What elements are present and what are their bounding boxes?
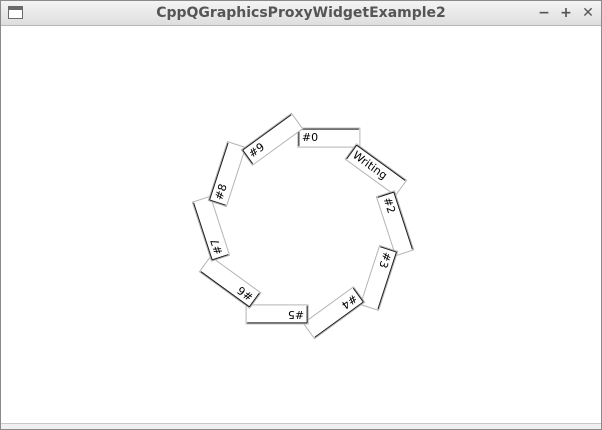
line-edit-9[interactable]: #9: [240, 112, 304, 166]
title-bar[interactable]: CppQGraphicsProxyWidgetExample2 − + ✕: [1, 1, 601, 26]
line-edit-4[interactable]: #4: [302, 286, 366, 340]
line-edit-5[interactable]: #5: [245, 304, 309, 325]
line-edit-6[interactable]: #6: [198, 255, 262, 309]
line-edit-8[interactable]: #8: [207, 141, 247, 208]
line-edit-0[interactable]: #0: [297, 127, 361, 148]
line-edit-frame: [302, 286, 366, 340]
graphics-scene: #0Writing#2#3#4#5#6#7#8#9: [191, 112, 415, 340]
minimize-button[interactable]: −: [535, 4, 553, 22]
maximize-button[interactable]: +: [557, 4, 575, 22]
window-title: CppQGraphicsProxyWidgetExample2: [156, 5, 446, 21]
line-edit-frame: [240, 112, 304, 166]
graphics-view[interactable]: #0 Writing #2 #3 #4 #5 #6 #7 #8 #9: [1, 26, 601, 423]
application-window: CppQGraphicsProxyWidgetExample2 − + ✕ #0…: [0, 0, 602, 430]
close-button[interactable]: ✕: [579, 4, 597, 22]
line-edit-text: #0: [302, 131, 318, 144]
window-bottom-border: [1, 423, 601, 429]
line-edit-frame: [198, 255, 262, 309]
line-edit-3[interactable]: #3: [359, 244, 399, 311]
line-edit-1[interactable]: Writing: [344, 143, 408, 197]
line-edit-text: #5: [288, 308, 304, 321]
